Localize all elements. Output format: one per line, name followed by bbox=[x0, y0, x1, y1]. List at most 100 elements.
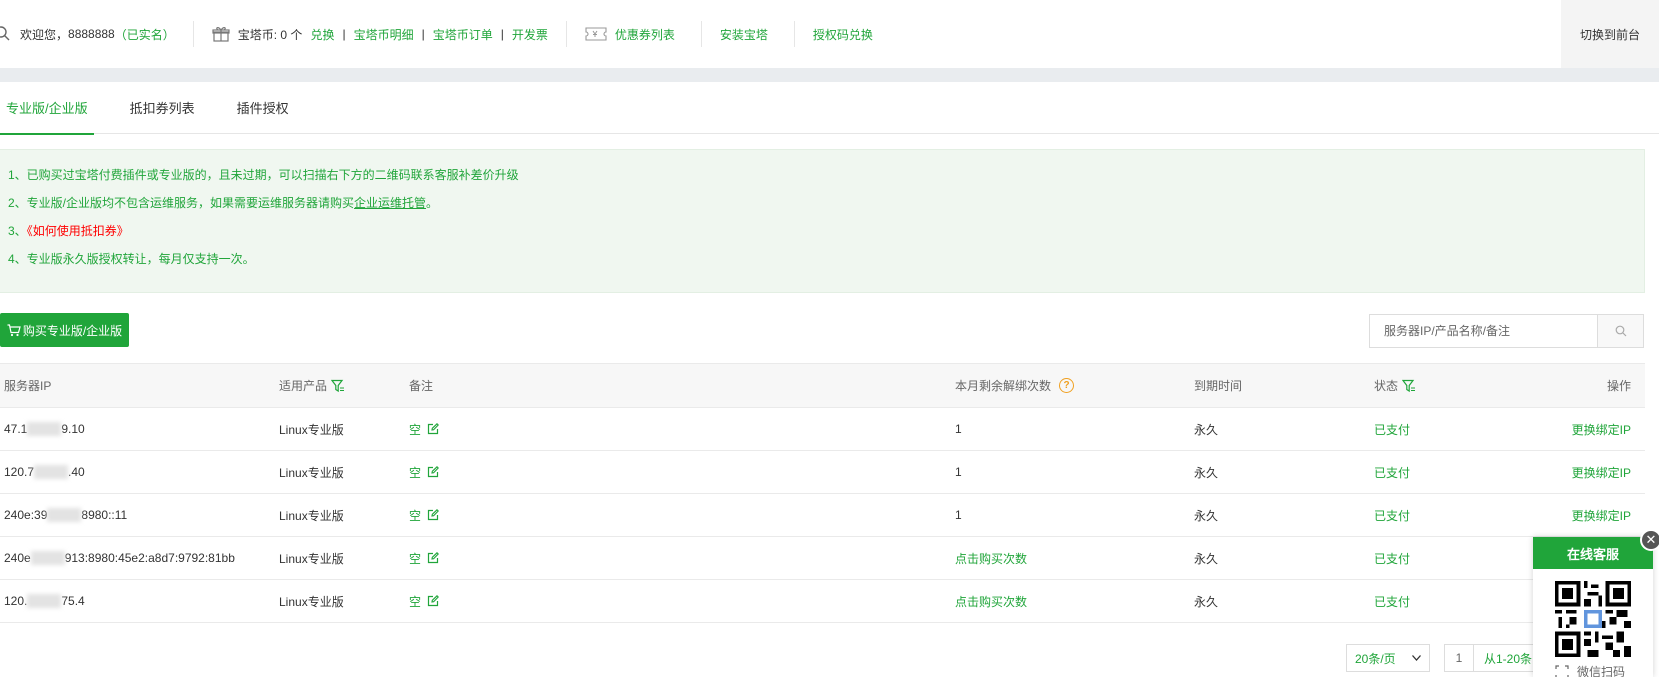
coin-orders-link[interactable]: 宝塔币订单 bbox=[433, 26, 493, 43]
change-ip-link[interactable]: 更换绑定IP bbox=[1572, 451, 1631, 493]
edit-icon[interactable] bbox=[427, 466, 439, 478]
separator: | bbox=[342, 27, 346, 41]
notice-line-2: 2、专业版/企业版均不包含运维服务，如果需要运维服务器请购买企业运维托管。 bbox=[8, 196, 1644, 210]
row-ip: 120.7 .40 bbox=[4, 451, 85, 493]
search-button[interactable] bbox=[1597, 315, 1643, 347]
table-body: 47.1 9.10 Linux专业版空 1 永久 已支付 更换绑定IP 120.7.40 Lin… bbox=[0, 408, 1645, 623]
buy-unbind-link[interactable]: 点击购买次数 bbox=[955, 537, 1027, 579]
header-ip: 服务器IP bbox=[4, 379, 52, 393]
exchange-link[interactable]: 兑换 bbox=[310, 26, 334, 43]
auth-code-section[interactable]: 授权码兑换 bbox=[813, 0, 873, 68]
verified-badge: （已实名） bbox=[114, 27, 175, 42]
header-unbind-label: 本月剩余解绑次数 bbox=[955, 379, 1052, 393]
row-remark-text: 空 bbox=[409, 422, 422, 437]
row-ip-end: .40 bbox=[68, 465, 85, 479]
header-status-label: 状态 bbox=[1374, 379, 1399, 393]
header-gap bbox=[0, 68, 1659, 82]
header-product-label: 适用产品 bbox=[279, 379, 328, 393]
separator: | bbox=[421, 27, 425, 41]
row-ip-end: 9.10 bbox=[61, 422, 85, 436]
table-header: 服务器IP 适用产品 备注 本月剩余解绑次数 ? 到期时间 状态 操作 bbox=[0, 363, 1645, 408]
row-remark[interactable]: 空 bbox=[409, 408, 439, 450]
row-status: 已支付 bbox=[1374, 551, 1411, 566]
coins-section: 宝塔币: 0 个 兑换 | 宝塔币明细 | 宝塔币订单 | 开发票 bbox=[212, 0, 548, 68]
coins-count: 宝塔币: 0 个 bbox=[237, 27, 303, 42]
header-action: 操作 bbox=[1606, 379, 1631, 393]
row-ip-start: 120.7 bbox=[4, 465, 35, 479]
row-remark[interactable]: 空 bbox=[409, 494, 439, 536]
row-remark[interactable]: 空 bbox=[409, 537, 439, 579]
row-product: Linux专业版 bbox=[279, 422, 344, 437]
page-size-label: 20条/页 bbox=[1355, 651, 1396, 666]
license-table: 服务器IP 适用产品 备注 本月剩余解绑次数 ? 到期时间 状态 操作 47.1… bbox=[0, 363, 1645, 623]
notice-box: 1、已购买过宝塔付费插件或专业版的，且未过期，可以扫描右下方的二维码联系客服补差… bbox=[0, 149, 1645, 293]
tab-pro-enterprise[interactable]: 专业版/企业版 bbox=[0, 82, 94, 135]
buy-pro-button[interactable]: 购买专业版/企业版 bbox=[0, 313, 129, 347]
edit-icon[interactable] bbox=[427, 423, 439, 435]
row-product: Linux专业版 bbox=[279, 465, 344, 480]
row-status: 已支付 bbox=[1374, 422, 1411, 437]
search-box bbox=[1369, 314, 1644, 348]
ops-hosting-link[interactable]: 企业运维托管 bbox=[354, 196, 426, 210]
row-remark[interactable]: 空 bbox=[409, 451, 439, 493]
row-remark-text: 空 bbox=[409, 508, 422, 523]
user-icon bbox=[0, 26, 10, 41]
redacted-mask bbox=[27, 594, 62, 608]
separator: | bbox=[500, 27, 504, 41]
coupons-link[interactable]: 优惠券列表 bbox=[615, 26, 675, 43]
coin-detail-link[interactable]: 宝塔币明细 bbox=[354, 26, 414, 43]
header-remark: 备注 bbox=[409, 379, 434, 393]
tab-plugin-auth[interactable]: 插件授权 bbox=[231, 82, 295, 134]
search-input[interactable] bbox=[1370, 315, 1597, 347]
help-icon[interactable]: ? bbox=[1059, 378, 1075, 393]
divider bbox=[192, 21, 194, 47]
redacted-mask bbox=[47, 508, 82, 522]
row-unbind-count: 1 bbox=[955, 508, 962, 522]
close-icon[interactable]: ✕ bbox=[1640, 529, 1659, 551]
filter-icon[interactable] bbox=[1402, 379, 1416, 393]
row-remark[interactable]: 空 bbox=[409, 580, 439, 622]
notice-line-1: 1、已购买过宝塔付费插件或专业版的，且未过期，可以扫描右下方的二维码联系客服补差… bbox=[8, 168, 519, 182]
service-footer: 微信扫码 bbox=[1555, 663, 1625, 677]
notice-line-3-text: 3、 bbox=[8, 224, 27, 238]
change-ip-link[interactable]: 更换绑定IP bbox=[1572, 494, 1631, 536]
coupon-howto-link[interactable]: 《如何使用抵扣券》 bbox=[27, 224, 129, 238]
edit-icon[interactable] bbox=[427, 552, 439, 564]
switch-front-button[interactable]: 切换到前台 bbox=[1561, 0, 1659, 68]
page-size-select[interactable]: 20条/页 bbox=[1346, 644, 1430, 672]
table-row: 240e:39 8980::11 Linux专业版 空 1 永久 已支付 更换绑定IP bbox=[0, 494, 1645, 537]
row-status: 已支付 bbox=[1374, 465, 1411, 480]
buy-unbind-link[interactable]: 点击购买次数 bbox=[955, 580, 1027, 622]
row-expire: 永久 bbox=[1194, 465, 1219, 480]
install-section[interactable]: 安装宝塔 bbox=[720, 0, 768, 68]
edit-icon[interactable] bbox=[427, 509, 439, 521]
coupons-section[interactable]: 优惠券列表 bbox=[585, 0, 675, 68]
header-status: 状态 bbox=[1374, 364, 1416, 407]
auth-code-link[interactable]: 授权码兑换 bbox=[813, 26, 873, 43]
install-link[interactable]: 安装宝塔 bbox=[720, 26, 768, 43]
filter-icon[interactable] bbox=[331, 379, 345, 393]
notice-line-2-end: 。 bbox=[426, 196, 439, 210]
row-ip-end: 913:8980:45e2:a8d7:9792:81bb bbox=[64, 551, 235, 565]
row-ip-start: 240e:39 bbox=[4, 508, 48, 522]
service-footer-text: 微信扫码 bbox=[1577, 665, 1626, 677]
notice-line-2-text: 2、专业版/企业版均不包含运维服务，如果需要运维服务器请购买 bbox=[8, 196, 355, 210]
tab-coupon-list[interactable]: 抵扣券列表 bbox=[124, 82, 201, 134]
row-ip: 47.1 9.10 bbox=[4, 408, 85, 450]
row-unbind-count: 1 bbox=[955, 465, 962, 479]
page-number[interactable]: 1 bbox=[1444, 644, 1474, 672]
edit-icon[interactable] bbox=[427, 595, 439, 607]
change-ip-link[interactable]: 更换绑定IP bbox=[1572, 408, 1631, 450]
redacted-mask bbox=[34, 465, 69, 479]
invoice-link[interactable]: 开发票 bbox=[512, 26, 548, 43]
header-expire: 到期时间 bbox=[1194, 379, 1243, 393]
row-ip: 240e 913:8980:45e2:a8d7:9792:81bb bbox=[4, 537, 235, 579]
header-unbind: 本月剩余解绑次数 ? bbox=[955, 364, 1075, 407]
top-bar: 欢迎您， 8888888 （已实名） 宝塔币: 0 个 兑换 | 宝塔币明细 |… bbox=[0, 0, 1659, 68]
notice-line-4: 4、专业版永久版授权转让，每月仅支持一次。 bbox=[8, 252, 255, 266]
tab-bar: 专业版/企业版 抵扣券列表 插件授权 bbox=[0, 82, 1659, 135]
header-product: 适用产品 bbox=[279, 364, 345, 407]
row-ip-end: 8980::11 bbox=[81, 508, 128, 522]
row-ip-start: 47.1 bbox=[4, 422, 28, 436]
divider bbox=[565, 21, 567, 47]
